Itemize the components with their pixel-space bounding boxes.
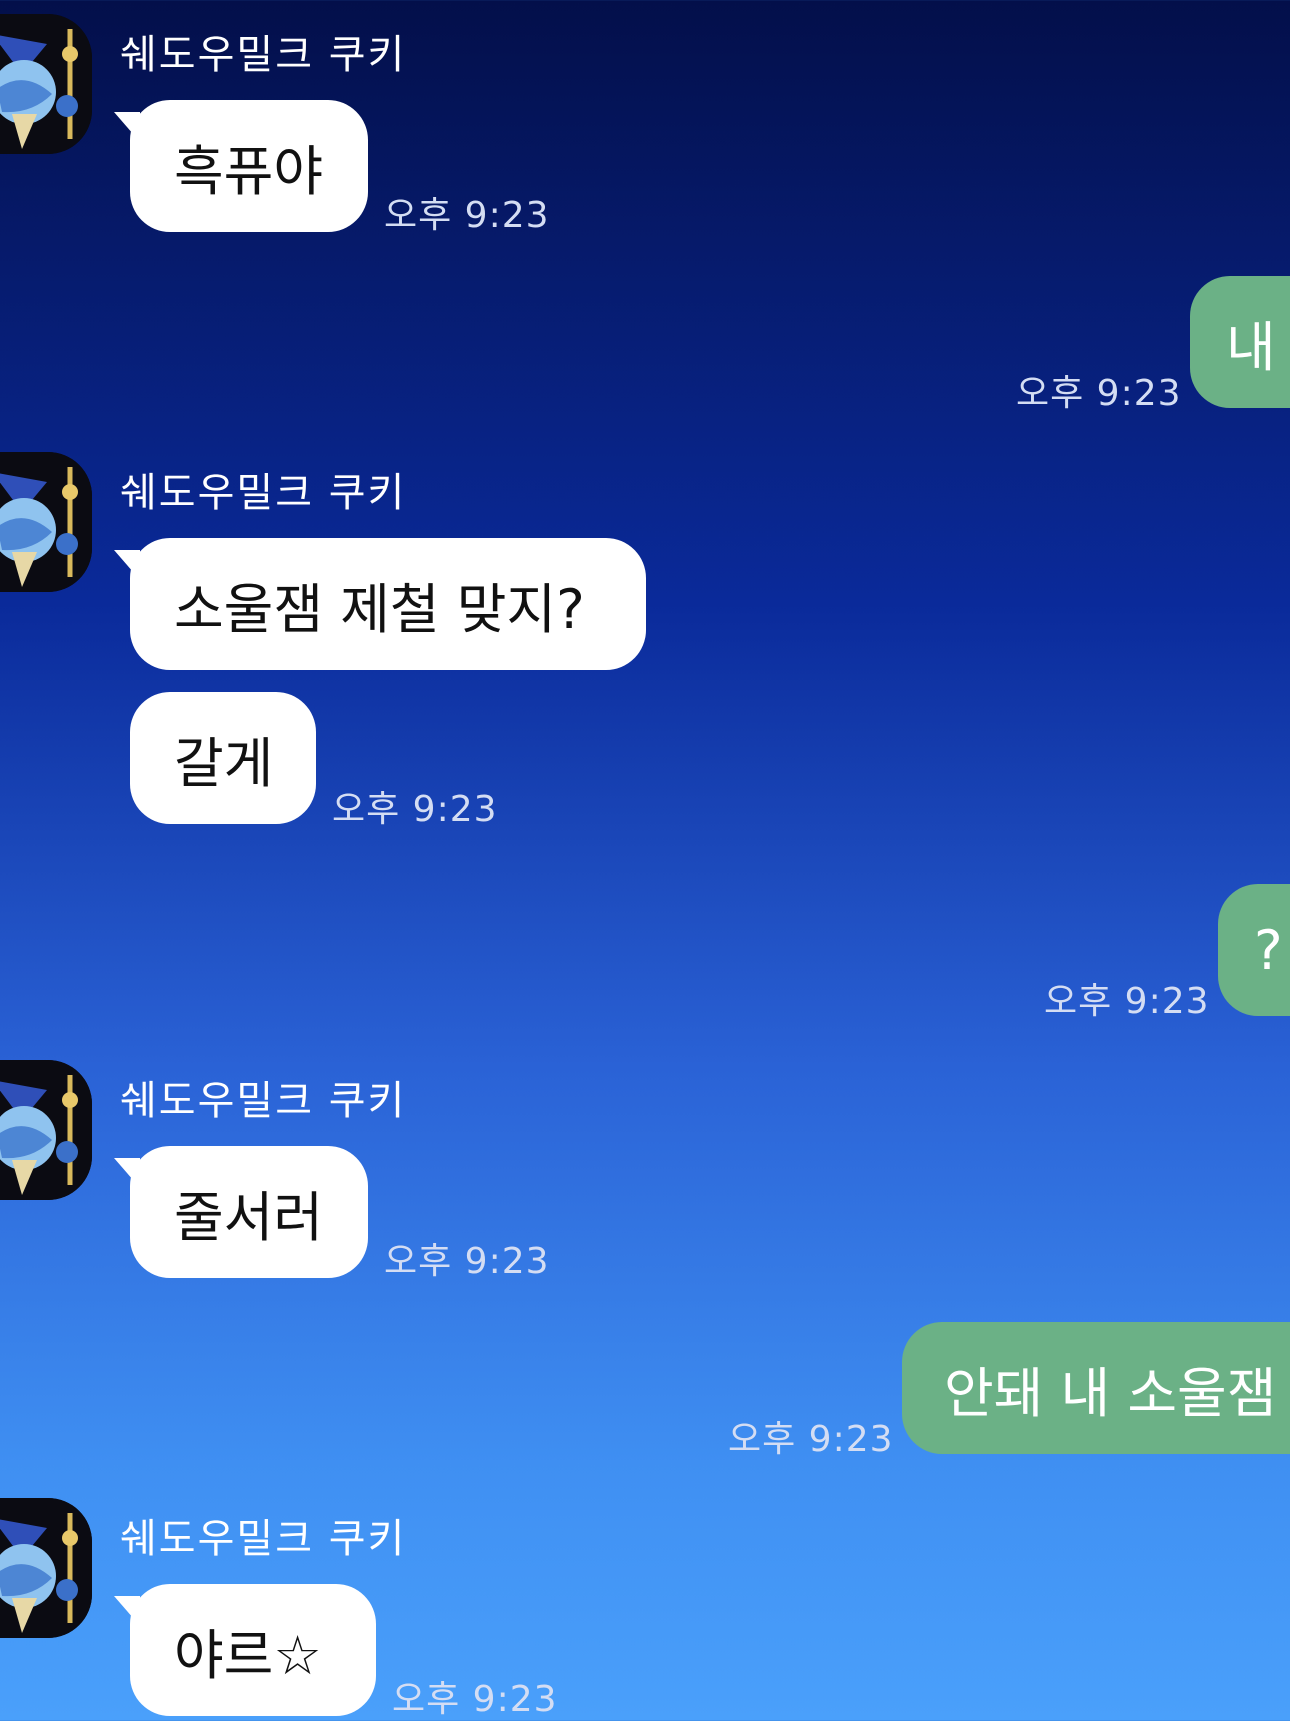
avatar[interactable]: [0, 452, 92, 592]
message-bubble-incoming[interactable]: 흑퓨야: [130, 100, 368, 232]
sender-name: 쉐도우밀크 쿠키: [120, 32, 407, 78]
message-time: 오후 9:23: [332, 789, 498, 830]
message-time: 오후 9:23: [392, 1679, 558, 1720]
message-bubble-outgoing[interactable]: 내: [1190, 276, 1290, 408]
message-bubble-incoming[interactable]: 야르☆: [130, 1584, 376, 1716]
message-bubble-incoming[interactable]: 소울잼 제철 맞지?: [130, 538, 646, 670]
message-time: 오후 9:23: [384, 1241, 550, 1282]
avatar[interactable]: [0, 1060, 92, 1200]
avatar[interactable]: [0, 1498, 92, 1638]
message-time: 오후 9:23: [1044, 981, 1210, 1022]
shadow-milk-cookie-avatar-icon: [0, 1498, 92, 1638]
sender-name: 쉐도우밀크 쿠키: [120, 470, 407, 516]
avatar[interactable]: [0, 14, 92, 154]
shadow-milk-cookie-avatar-icon: [0, 1060, 92, 1200]
shadow-milk-cookie-avatar-icon: [0, 14, 92, 154]
message-time: 오후 9:23: [384, 195, 550, 236]
message-bubble-outgoing[interactable]: 안돼 내 소울잼: [902, 1322, 1290, 1454]
sender-name: 쉐도우밀크 쿠키: [120, 1516, 407, 1562]
message-bubble-outgoing[interactable]: ?: [1218, 884, 1290, 1016]
message-time: 오후 9:23: [728, 1419, 894, 1460]
message-bubble-incoming[interactable]: 줄서러: [130, 1146, 368, 1278]
message-bubble-incoming[interactable]: 갈게: [130, 692, 316, 824]
sender-name: 쉐도우밀크 쿠키: [120, 1078, 407, 1124]
shadow-milk-cookie-avatar-icon: [0, 452, 92, 592]
message-time: 오후 9:23: [1016, 373, 1182, 414]
